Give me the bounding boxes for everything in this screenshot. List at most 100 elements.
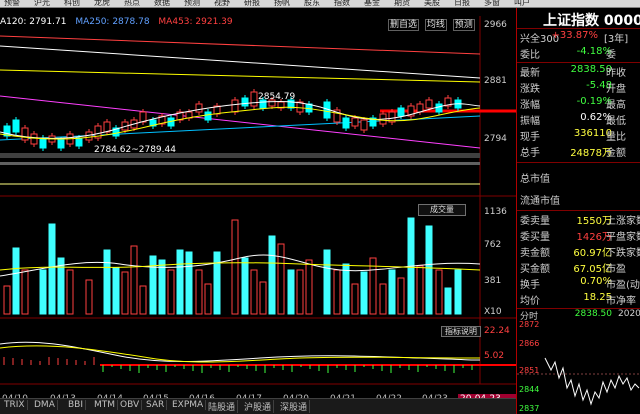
band-shade (0, 162, 480, 165)
chart-toolbox: 删自选 均线 预测 (385, 17, 475, 31)
row-key: 涨跌 (520, 84, 540, 95)
price-axis-label: 2794 (484, 134, 507, 144)
menu-item[interactable]: 预测 (184, 0, 200, 7)
volume-bar (139, 285, 147, 315)
volume-indicator-button[interactable]: 成交量 (418, 204, 466, 216)
volume-bar (231, 219, 239, 315)
tab-dma[interactable]: DMA (32, 400, 58, 410)
volume-bar (259, 281, 267, 315)
indicator-help-button[interactable]: 指标说明 (441, 326, 481, 337)
row-key2: 市净率 (606, 296, 636, 307)
volume-bar (425, 225, 433, 315)
volume-bar (287, 269, 295, 315)
volume-bar (39, 269, 47, 315)
row-value: +33.87% (551, 30, 598, 41)
volume-bar (195, 269, 203, 315)
tab-trix[interactable]: TRIX (2, 400, 28, 410)
menu-item[interactable]: 预警 (4, 0, 20, 7)
quote-row: 换手 0.70% 市盈(动) (520, 276, 640, 291)
row-key2: 委 (606, 50, 616, 61)
tab-expma[interactable]: EXPMA (170, 400, 207, 410)
row-key2: 最低 (606, 116, 626, 127)
quote-row: 委卖量 1550万 上涨家数 (520, 212, 640, 227)
volume-bar (176, 249, 184, 315)
menu-item[interactable]: 热点 (124, 0, 140, 7)
volume-bar (213, 251, 221, 315)
price-axis-label: 2966 (484, 20, 507, 30)
volume-bar (158, 259, 166, 315)
row-key: 委比 (520, 50, 540, 61)
volume-bar (167, 269, 175, 315)
ma120-label: A120: 2791.71 (0, 17, 67, 27)
menu-item[interactable]: 视野 (214, 0, 230, 7)
top-menu-bar: 预警 沪光 科创 龙虎 热点 数据 预测 视野 研报 扬帆 股东 指数 基金 期货 美股 日报 多窗 叫户 (0, 0, 640, 8)
menu-item[interactable]: 期货 (394, 0, 410, 7)
menu-item[interactable]: 多窗 (484, 0, 500, 7)
menu-item[interactable]: 沪光 (34, 0, 50, 7)
tab-bbi[interactable]: BBI (66, 400, 87, 410)
price-axis-label: 2881 (484, 76, 507, 86)
volume-axis-label: X10 (484, 307, 502, 317)
candle-body (195, 103, 203, 113)
menu-item[interactable]: 龙虎 (94, 0, 110, 7)
volume-bar (379, 283, 387, 315)
volume-bar (296, 269, 304, 315)
menu-item[interactable]: 指数 (334, 0, 350, 7)
forecast-button[interactable]: 预测 (452, 19, 475, 31)
volume-bar (277, 243, 285, 315)
quote-row: 总手 24878万 金额 (520, 144, 640, 159)
menu-item[interactable]: 叫户 (514, 0, 530, 7)
band-shade (0, 153, 480, 158)
row-key: 买金额 (520, 264, 550, 275)
row-key2: [3年] (604, 34, 629, 45)
remove-favorite-button[interactable]: 删自选 (388, 19, 420, 31)
row-key: 涨幅 (520, 100, 540, 111)
volume-bar (241, 257, 249, 315)
menu-item[interactable]: 科创 (64, 0, 80, 7)
menu-item[interactable]: 基金 (364, 0, 380, 7)
menu-item[interactable]: 研报 (244, 0, 260, 7)
quote-row: 涨幅 -0.19% 最高 (520, 96, 640, 111)
quote-row: 委买量 1426万 平盘家数 (520, 228, 640, 243)
volume-bar (250, 269, 258, 315)
volume-bar (305, 259, 313, 315)
menu-item[interactable]: 扬帆 (274, 0, 290, 7)
tab-sar[interactable]: SAR (144, 400, 168, 410)
volume-bar (12, 247, 20, 315)
volume-bar (342, 263, 350, 315)
candle-body (397, 107, 405, 117)
tab-sh-connect[interactable]: 沪股通 (242, 400, 275, 413)
row-key: 振幅 (520, 116, 540, 127)
row-key2: 市盈(动) (606, 280, 640, 291)
row-key2: 下跌家数 (606, 248, 640, 259)
volume-axis-label: 381 (484, 276, 502, 286)
row-key: 流通市值 (520, 196, 560, 207)
tab-obv[interactable]: OBV (118, 400, 143, 410)
menu-item[interactable]: 数据 (154, 0, 170, 7)
tab-mtm[interactable]: MTM (92, 400, 119, 410)
volume-bar (48, 223, 56, 315)
tab-hk-connect[interactable]: 陆股通 (206, 400, 239, 413)
candle-body (360, 119, 368, 131)
volume-bar (397, 277, 405, 315)
row-key2: 上涨家数 (606, 216, 640, 227)
row-key: 卖金额 (520, 248, 550, 259)
menu-item[interactable]: 股东 (304, 0, 320, 7)
row-key2: 金额 (606, 148, 626, 159)
row-key: 换手 (520, 280, 540, 291)
tab-sz-connect[interactable]: 深股通 (278, 400, 311, 413)
menu-item[interactable]: 日报 (454, 0, 470, 7)
kline-chart-area[interactable]: A120: 2791.71 MA250: 2878.78 MA453: 2921… (0, 8, 516, 414)
volume-bar (333, 269, 341, 315)
quote-row: 买金额 67.05亿 市盈 (520, 260, 640, 275)
quote-row: 流通市值 (520, 192, 640, 207)
candle-body (342, 117, 350, 129)
macd-axis-label: 22.24 (484, 326, 510, 336)
row-key: 均价 (520, 296, 540, 307)
ma-line-button[interactable]: 均线 (424, 19, 447, 31)
volume-bar (185, 251, 193, 315)
row-key2: 平盘家数 (606, 232, 640, 243)
peak-price-label: 2854.79 (258, 92, 296, 102)
volume-bar (323, 249, 331, 315)
menu-item[interactable]: 美股 (424, 0, 440, 7)
